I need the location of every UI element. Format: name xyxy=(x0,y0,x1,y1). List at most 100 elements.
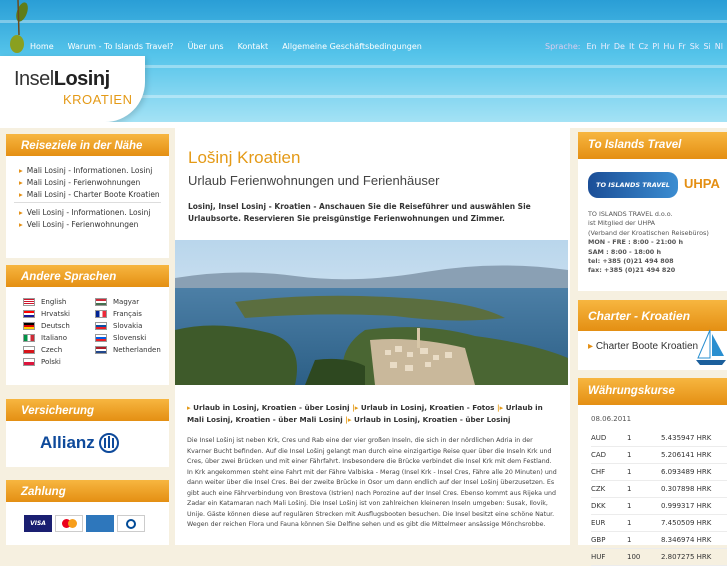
intro-text: Losinj, Insel Losinj - Kroatien - Anscha… xyxy=(188,202,531,223)
box-title: Versicherung xyxy=(6,399,169,424)
table-row: CZK 1 0.307898 HRK xyxy=(591,480,727,498)
lang-sk[interactable]: Sk xyxy=(690,42,700,51)
lang-hu[interactable]: Hu xyxy=(663,42,674,51)
table-row: CHF 1 6.093489 HRK xyxy=(591,463,727,481)
nav-home[interactable]: Home xyxy=(30,42,54,51)
logo-text-insel: Insel xyxy=(14,68,54,90)
box-title: To Islands Travel xyxy=(578,132,727,159)
language-switcher: Sprache: En Hr De It Cz Pl Hu Fr Sk Si N… xyxy=(545,42,723,51)
lang-link-magyar[interactable]: Magyar xyxy=(95,298,167,306)
box-title: Charter - Kroatien xyxy=(578,300,727,331)
logo-text-kroatien: KROATIEN xyxy=(63,92,133,107)
box-languages: Andere Sprachen English Magyar Hrvatski … xyxy=(6,265,169,385)
germany-flag-icon xyxy=(23,322,35,330)
box-payment: Zahlung VISA xyxy=(6,480,169,545)
list-item[interactable]: Mali Losinj - Informationen. Losinj xyxy=(19,166,169,175)
currency-date: 08.06.2011 xyxy=(591,415,632,423)
uhpa-badge: UHPA xyxy=(684,176,720,191)
lang-hr[interactable]: Hr xyxy=(601,42,610,51)
related-link[interactable]: Urlaub in Losinj, Kroatien - Fotos xyxy=(361,403,495,412)
table-row: CAD 1 5.206141 HRK xyxy=(591,446,727,464)
table-row: GBP 1 8.346974 HRK xyxy=(591,531,727,549)
box-travel-agency: To Islands Travel TO ISLANDS TRAVEL UHPA… xyxy=(578,132,727,291)
diners-club-icon xyxy=(117,515,145,532)
table-row: HUF 100 2.807275 HRK xyxy=(591,548,727,566)
table-row: AUD 1 5.435947 HRK xyxy=(591,430,727,447)
list-item[interactable]: Veli Losinj - Ferienwohnungen xyxy=(19,220,161,229)
mastercard-icon xyxy=(55,515,83,532)
lang-link-hrvatski[interactable]: Hrvatski xyxy=(23,310,95,318)
lang-link-francais[interactable]: Français xyxy=(95,310,167,318)
page-subtitle: Urlaub Ferienwohnungen und Ferienhäuser xyxy=(188,173,440,188)
currency-table: AUD 1 5.435947 HRK CAD 1 5.206141 HRK CHF 1 6.… xyxy=(591,430,727,566)
lang-en[interactable]: En xyxy=(586,42,596,51)
croatia-flag-icon xyxy=(23,310,35,318)
main-content: Lošinj Kroatien Urlaub Ferienwohnungen u… xyxy=(175,128,570,545)
lang-link-netherlands[interactable]: Netherlanden xyxy=(95,346,167,354)
lang-link-english[interactable]: English xyxy=(23,298,95,306)
header-banner: Home Warum - To Islands Travel? Über uns… xyxy=(0,0,727,122)
lang-nl[interactable]: Nl xyxy=(715,42,723,51)
related-link[interactable]: Urlaub in Losinj, Kroatien - über Losinj xyxy=(193,403,349,412)
lang-de[interactable]: De xyxy=(614,42,625,51)
czech-flag-icon xyxy=(23,346,35,354)
france-flag-icon xyxy=(95,310,107,318)
table-row: DKK 1 0.999317 HRK xyxy=(591,497,727,515)
allianz-logo[interactable]: Allianz xyxy=(40,433,119,453)
slovenia-flag-icon xyxy=(95,334,107,342)
main-nav: Home Warum - To Islands Travel? Über uns… xyxy=(30,42,422,51)
box-charter: Charter - Kroatien ▸ Charter Boote Kroat… xyxy=(578,300,727,370)
box-title: Andere Sprachen xyxy=(6,265,169,290)
lang-fr[interactable]: Fr xyxy=(678,42,685,51)
uk-flag-icon xyxy=(23,298,35,306)
poland-flag-icon xyxy=(23,358,35,366)
charter-link[interactable]: ▸ Charter Boote Kroatien xyxy=(588,341,708,352)
lang-link-polski[interactable]: Polski xyxy=(23,358,95,366)
related-link[interactable]: Urlaub in Losinj, Kroatien - über Losinj xyxy=(354,415,510,424)
page-title: Lošinj Kroatien xyxy=(188,148,301,167)
olive-branch-icon xyxy=(10,0,28,53)
body-text: Die Insel Lošinj ist neben Krk, Cres und… xyxy=(187,437,557,528)
list-item[interactable]: Mali Losinj - Ferienwohnungen xyxy=(19,178,169,187)
table-row: EUR 1 7.450509 HRK xyxy=(591,514,727,532)
nav-why[interactable]: Warum - To Islands Travel? xyxy=(68,42,174,51)
lang-link-czech[interactable]: Czech xyxy=(23,346,95,354)
travel-agency-logo[interactable]: TO ISLANDS TRAVEL xyxy=(588,172,678,198)
sailboat-icon xyxy=(696,329,726,365)
list-item[interactable]: Veli Losinj - Informationen. Losinj xyxy=(19,208,161,217)
slovakia-flag-icon xyxy=(95,322,107,330)
box-title: Zahlung xyxy=(6,480,169,505)
netherlands-flag-icon xyxy=(95,346,107,354)
arrow-icon: ▸ xyxy=(588,341,596,352)
box-title: Reiseziele in der Nähe xyxy=(6,134,169,159)
agency-info: TO ISLANDS TRAVEL d.o.o. ist Mitglied de… xyxy=(588,210,709,275)
site-logo[interactable]: InselLosinj KROATIEN xyxy=(0,56,145,122)
lang-link-italiano[interactable]: Italiano xyxy=(23,334,95,342)
nav-contact[interactable]: Kontakt xyxy=(238,42,269,51)
lang-link-slovakia[interactable]: Slovakia xyxy=(95,322,167,330)
nav-terms[interactable]: Allgemeine Geschäftsbedingungen xyxy=(282,42,422,51)
lang-it[interactable]: It xyxy=(629,42,635,51)
italy-flag-icon xyxy=(23,334,35,342)
water-wave xyxy=(0,20,727,23)
lang-pl[interactable]: Pl xyxy=(652,42,659,51)
related-links: ▸ Urlaub in Losinj, Kroatien - über Losi… xyxy=(187,403,543,424)
lang-si[interactable]: Si xyxy=(703,42,710,51)
lang-link-deutsch[interactable]: Deutsch xyxy=(23,322,95,330)
language-label: Sprache: xyxy=(545,42,581,51)
list-item[interactable]: Mali Losinj - Charter Boote Kroatien xyxy=(19,190,169,199)
logo-text-losinj: Losinj xyxy=(53,68,110,90)
amex-card-icon xyxy=(86,515,114,532)
box-currency: Währungskurse 08.06.2011 AUD 1 5.435947 HR… xyxy=(578,378,727,566)
allianz-eagle-icon xyxy=(98,433,119,453)
lang-cz[interactable]: Cz xyxy=(638,42,648,51)
hungary-flag-icon xyxy=(95,298,107,306)
nav-about[interactable]: Über uns xyxy=(188,42,224,51)
payment-cards: VISA xyxy=(24,515,145,532)
island-photo xyxy=(175,240,568,385)
visa-card-icon: VISA xyxy=(24,515,52,532)
lang-link-slovenski[interactable]: Slovenski xyxy=(95,334,167,342)
box-insurance: Versicherung Allianz xyxy=(6,399,169,467)
box-title: Währungskurse xyxy=(578,378,727,405)
box-nearby: Reiseziele in der Nähe Mali Losinj - Inf… xyxy=(6,134,169,258)
